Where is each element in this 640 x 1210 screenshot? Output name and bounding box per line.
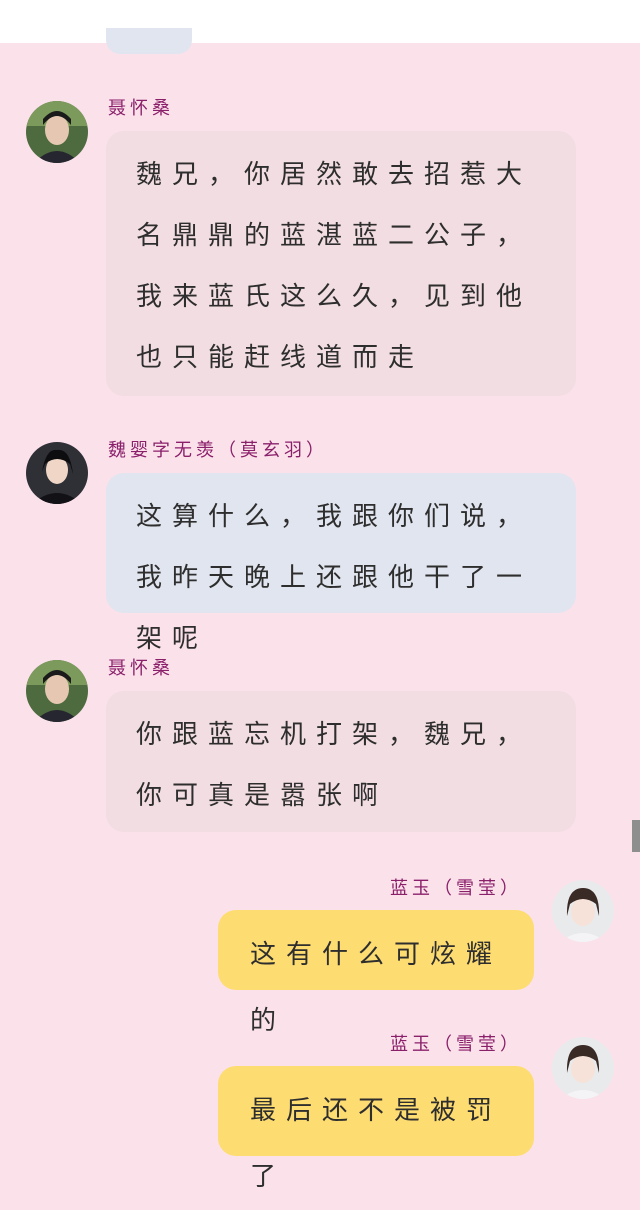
message-bubble[interactable]: 这有什么可炫耀的: [218, 910, 534, 1036]
message-bubble[interactable]: 这算什么，我跟你们说，我昨天晚上还跟他干了一架呢: [106, 473, 576, 654]
message-bubble[interactable]: 你跟蓝忘机打架，魏兄，你可真是嚣张啊: [106, 691, 576, 832]
sender-avatar[interactable]: [552, 1037, 614, 1099]
message-bubble[interactable]: 最后还不是被罚了: [218, 1066, 534, 1192]
female-avatar-icon: [552, 880, 614, 942]
sender-name: 聂怀桑: [108, 658, 174, 679]
sender-avatar[interactable]: [26, 101, 88, 163]
male-avatar-icon: [26, 660, 88, 722]
previous-message-bubble[interactable]: [106, 28, 192, 54]
sender-avatar[interactable]: [552, 880, 614, 942]
scrollbar-thumb[interactable]: [632, 820, 640, 852]
male-avatar-icon: [26, 101, 88, 163]
top-bar: [0, 0, 640, 43]
male-avatar-icon: [26, 442, 88, 504]
message-bubble[interactable]: 魏兄，你居然敢去招惹大名鼎鼎的蓝湛蓝二公子，我来蓝氏这么久，见到他也只能赶线道而…: [106, 131, 576, 396]
sender-avatar[interactable]: [26, 660, 88, 722]
sender-name: 蓝玉（雪莹）: [390, 1034, 522, 1055]
sender-name: 聂怀桑: [108, 98, 174, 119]
female-avatar-icon: [552, 1037, 614, 1099]
sender-name: 蓝玉（雪莹）: [390, 878, 522, 899]
sender-avatar[interactable]: [26, 442, 88, 504]
sender-name: 魏婴字无羡（莫玄羽）: [108, 440, 328, 461]
